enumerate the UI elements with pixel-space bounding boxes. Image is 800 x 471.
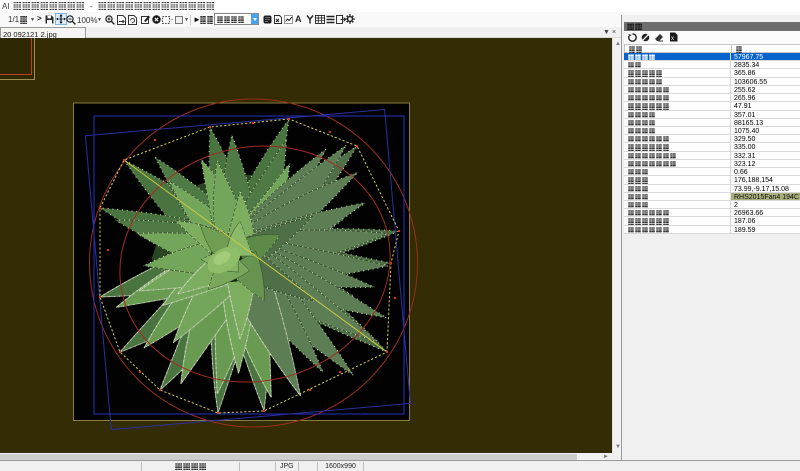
svg-text:x: x bbox=[671, 36, 674, 42]
